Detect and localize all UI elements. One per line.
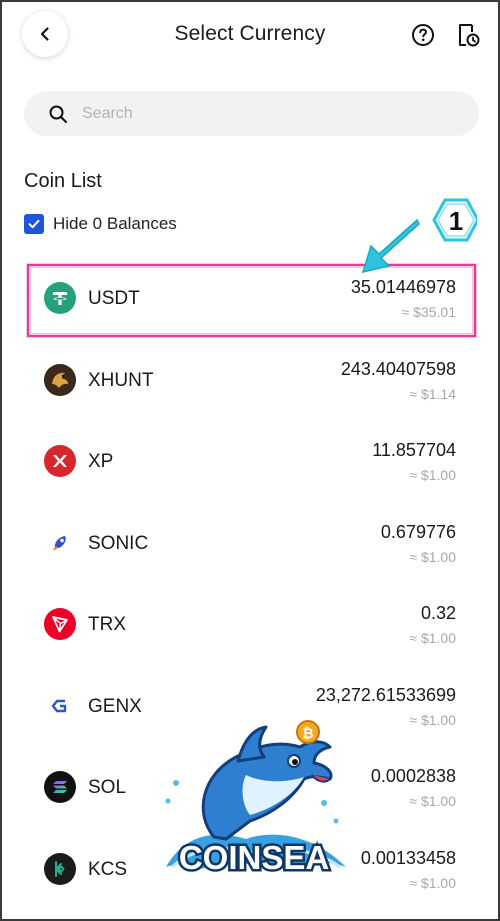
coin-usd-value: ≈ $1.00 xyxy=(409,874,456,891)
coin-usd-value: ≈ $35.01 xyxy=(401,304,456,320)
coin-amount: 0.679776 xyxy=(380,521,456,542)
xp-logo-icon xyxy=(44,445,76,477)
usdt-logo-icon xyxy=(44,282,76,314)
coin-usd-value: ≈ $1.14 xyxy=(409,385,456,402)
screen: Select Currency Coin List xyxy=(0,0,500,921)
coin-usd-value: ≈ $1.00 xyxy=(409,630,456,646)
document-clock-icon xyxy=(459,24,480,47)
coin-row-xhunt[interactable]: XHUNT 243.40407598 ≈ $1.14 xyxy=(2,340,498,422)
hide-zero-balances-label: Hide 0 Balances xyxy=(53,214,177,233)
step-number: 1 xyxy=(449,206,463,236)
sol-logo-icon xyxy=(44,771,76,803)
header: Select Currency xyxy=(2,2,498,68)
coin-row-sonic[interactable]: SONIC 0.679776 ≈ $1.00 xyxy=(2,503,498,585)
coin-amount: 23,272.61533699 xyxy=(315,684,456,705)
kcs-logo-icon xyxy=(44,852,76,885)
coin-amount: 0.0002838 xyxy=(370,766,456,786)
sonic-logo-icon xyxy=(44,526,76,559)
coin-symbol: TRX xyxy=(88,614,126,635)
coin-usd-value: ≈ $1.00 xyxy=(409,793,456,809)
search-icon xyxy=(49,105,67,123)
coin-amount: 243.40407598 xyxy=(340,358,456,379)
coin-row-xp[interactable]: XP 11.857704 ≈ $1.00 xyxy=(2,421,498,503)
coin-amount: 11.857704 xyxy=(372,440,456,460)
xhunt-logo-icon xyxy=(44,363,76,396)
coin-row-trx[interactable]: TRX 0.32 ≈ $1.00 xyxy=(2,584,498,666)
coin-amount: 35.01446978 xyxy=(350,277,456,297)
watermark-text: COINSEA xyxy=(179,839,329,876)
history-button[interactable] xyxy=(455,22,481,48)
coin-symbol: USDT xyxy=(88,288,140,309)
coin-usd-value: ≈ $1.00 xyxy=(409,711,456,728)
coinsea-watermark-logo: ₿ COINSEA xyxy=(165,720,346,879)
trx-logo-icon xyxy=(44,608,76,640)
genx-logo-icon xyxy=(44,689,76,722)
coin-amount: 0.00133458 xyxy=(360,847,456,868)
coin-symbol: GENX xyxy=(88,695,142,717)
svg-text:₿: ₿ xyxy=(302,725,313,741)
question-circle-icon xyxy=(412,24,434,46)
checkbox[interactable] xyxy=(24,214,44,234)
coin-usd-value: ≈ $1.00 xyxy=(409,548,456,565)
coin-symbol: XP xyxy=(88,451,114,472)
coin-symbol: XHUNT xyxy=(88,369,154,391)
coin-amount: 0.32 xyxy=(420,603,456,623)
section-title: Coin List xyxy=(24,170,102,192)
coin-usd-value: ≈ $1.00 xyxy=(409,467,456,483)
hide-zero-balances-toggle[interactable]: Hide 0 Balances xyxy=(24,214,177,234)
help-button[interactable] xyxy=(411,23,435,47)
checkmark-icon xyxy=(28,219,40,229)
step-arrow-icon: 1 xyxy=(361,198,477,274)
search-input[interactable] xyxy=(82,104,442,123)
coin-symbol: SONIC xyxy=(88,532,149,554)
search-bar[interactable] xyxy=(24,91,479,136)
coin-symbol: SOL xyxy=(88,777,127,798)
coin-symbol: KCS xyxy=(88,858,128,880)
